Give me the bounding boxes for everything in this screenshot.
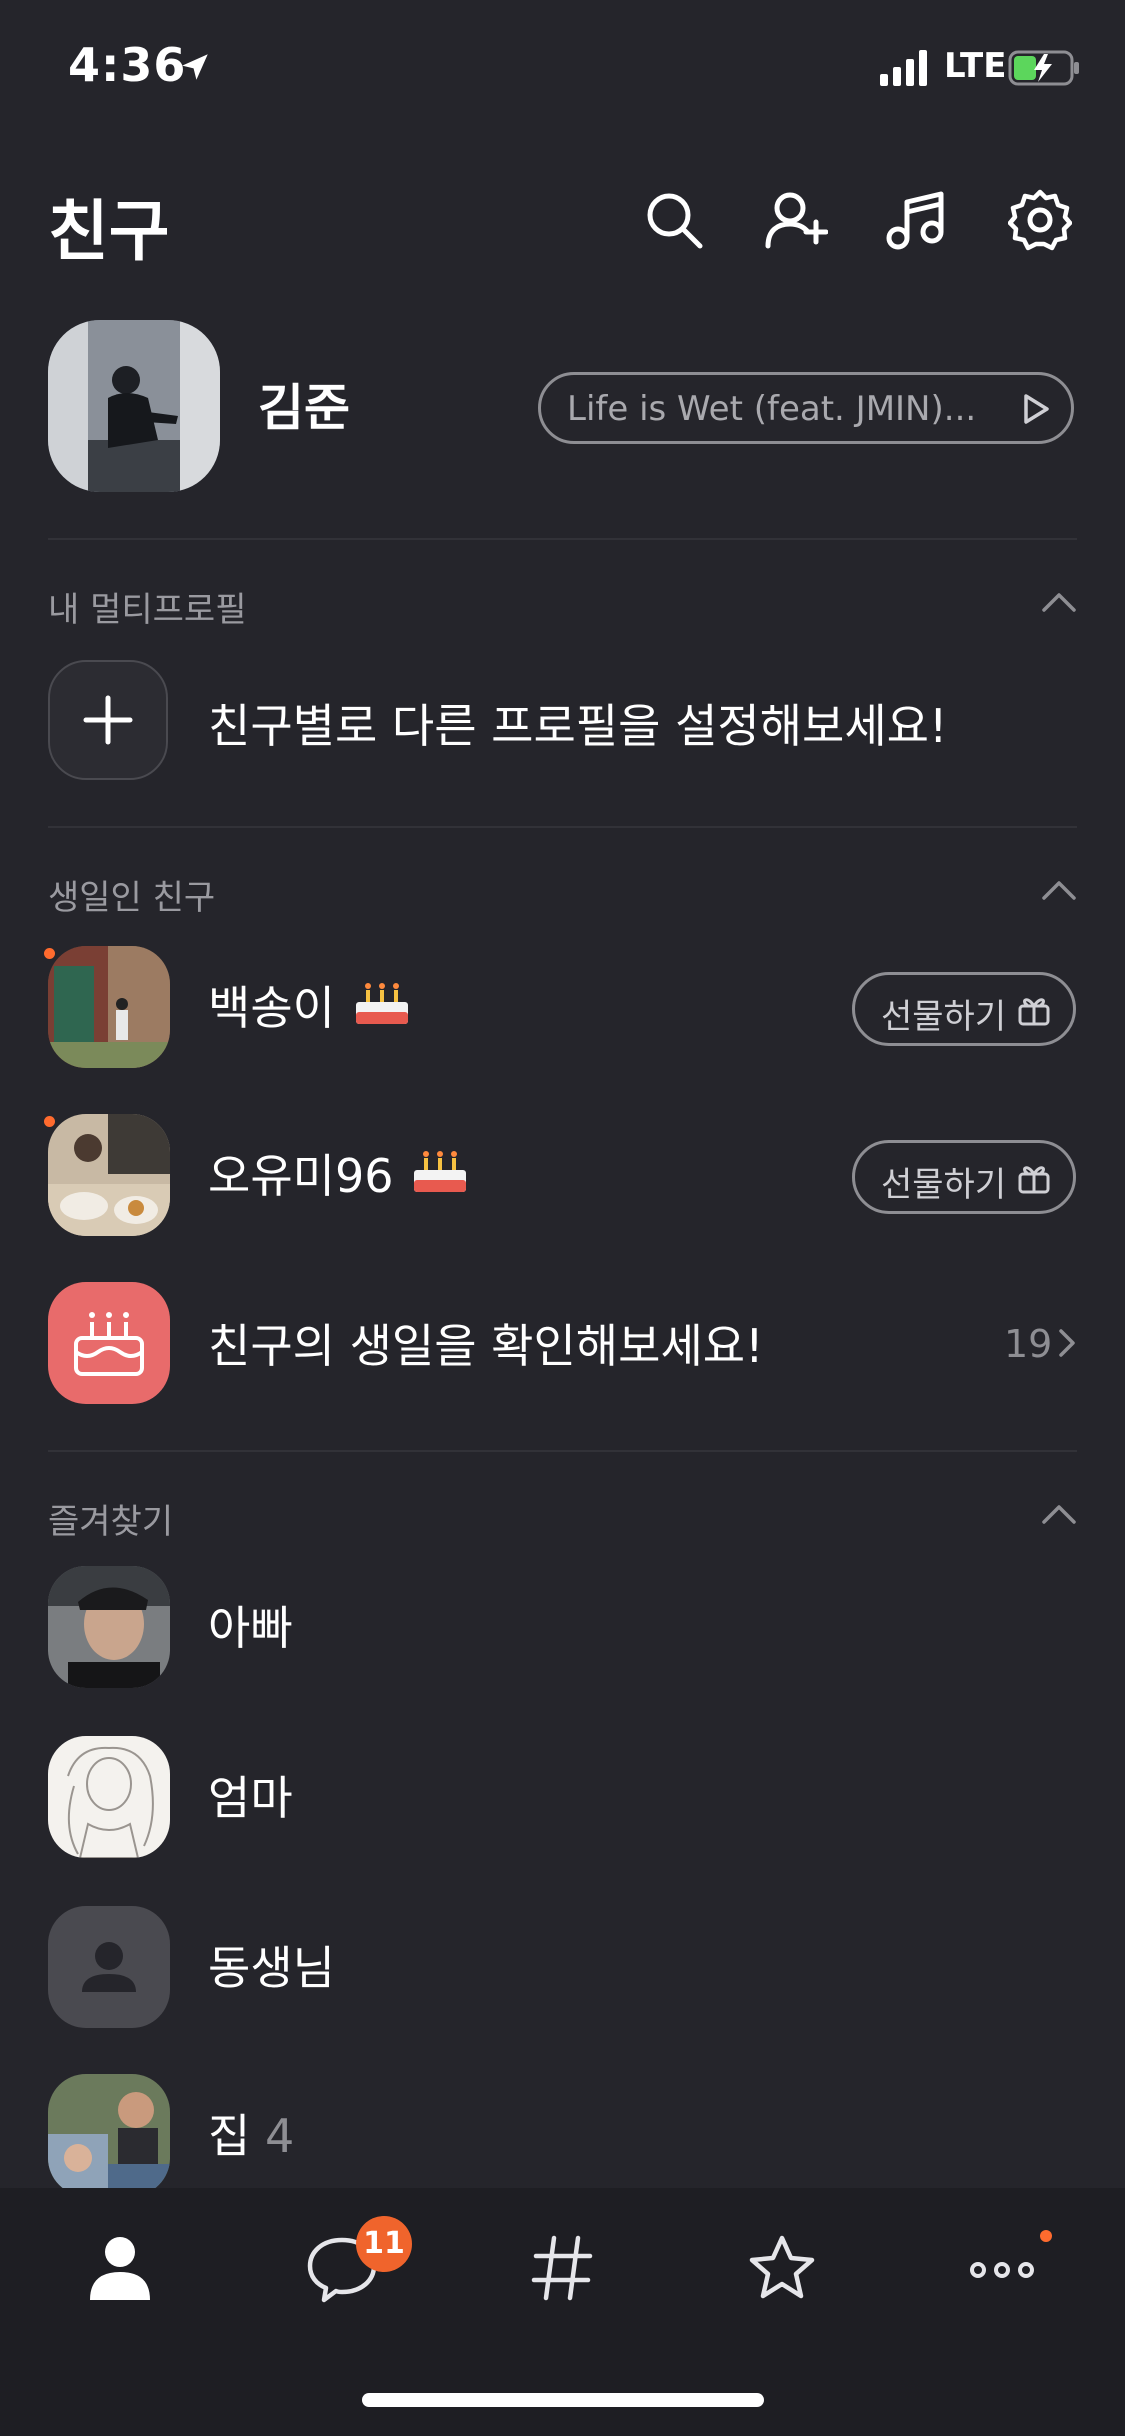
gift-label: 선물하기	[881, 997, 1007, 1037]
plus-icon	[83, 695, 133, 745]
chat-unread-badge: 11	[356, 2216, 412, 2272]
cake-outline-icon	[74, 1312, 144, 1376]
birthday-check-prompt[interactable]: 친구의 생일을 확인해보세요!	[208, 1310, 764, 1376]
add-friend-icon[interactable]	[764, 188, 828, 252]
friend-avatar[interactable]	[48, 1736, 170, 1858]
birthday-count: 19	[1004, 1322, 1053, 1366]
home-indicator[interactable]	[362, 2393, 764, 2407]
network-label: LTE	[944, 46, 1007, 86]
chevron-right-icon[interactable]	[1058, 1328, 1076, 1358]
my-profile-name[interactable]: 김준	[258, 368, 350, 440]
birthday-cake-icon	[356, 983, 408, 1024]
new-indicator-dot	[44, 1116, 55, 1127]
profile-music-button[interactable]: Life is Wet (feat. JMIN)...	[538, 372, 1074, 444]
favorite-friend-name[interactable]: 아빠	[208, 1592, 293, 1658]
my-profile-avatar[interactable]	[48, 320, 220, 492]
birthday-friend-name[interactable]: 오유미96	[208, 1140, 394, 1206]
gift-label: 선물하기	[881, 1165, 1007, 1205]
friend-avatar[interactable]	[48, 946, 170, 1068]
birthday-cake-icon	[414, 1151, 466, 1192]
divider	[48, 826, 1077, 828]
more-new-indicator-dot	[1040, 2230, 1052, 2242]
gift-icon	[1018, 1166, 1050, 1194]
chevron-up-icon[interactable]	[1040, 590, 1078, 614]
friends-tab-icon[interactable]	[80, 2228, 160, 2308]
page-title: 친구	[48, 193, 170, 270]
friend-avatar[interactable]	[48, 1566, 170, 1688]
star-tab-icon[interactable]	[742, 2228, 822, 2308]
favorite-group-name[interactable]: 집 4	[208, 2100, 294, 2166]
section-title-favorites: 즐겨찾기	[48, 1502, 174, 1542]
birthday-calendar-button[interactable]	[48, 1282, 170, 1404]
new-indicator-dot	[44, 948, 55, 959]
chevron-up-icon[interactable]	[1040, 1502, 1078, 1526]
default-avatar[interactable]	[48, 1906, 170, 2028]
multi-profile-prompt[interactable]: 친구별로 다른 프로필을 설정해보세요!	[208, 690, 947, 756]
group-name: 집	[208, 2109, 251, 2163]
divider	[48, 538, 1077, 540]
group-member-count: 4	[264, 2109, 295, 2163]
favorite-friend-name[interactable]: 엄마	[208, 1762, 293, 1828]
status-time: 4:36	[68, 38, 187, 92]
signal-icon	[880, 50, 927, 86]
hashtag-tab-icon[interactable]	[522, 2228, 602, 2308]
section-title-birthday: 생일인 친구	[48, 878, 216, 918]
group-avatar[interactable]	[48, 2074, 170, 2196]
location-arrow-icon	[182, 54, 208, 80]
send-gift-button[interactable]: 선물하기	[852, 972, 1076, 1046]
search-icon[interactable]	[642, 188, 706, 252]
divider	[48, 1450, 1077, 1452]
add-multi-profile-button[interactable]	[48, 660, 168, 780]
profile-music-title: Life is Wet (feat. JMIN)...	[567, 389, 977, 429]
friend-avatar[interactable]	[48, 1114, 170, 1236]
settings-gear-icon[interactable]	[1008, 188, 1072, 252]
more-tab-icon[interactable]	[962, 2228, 1042, 2308]
section-title-multi-profile: 내 멀티프로필	[48, 590, 247, 630]
music-icon[interactable]	[884, 188, 948, 252]
friend-name: 백송이	[208, 981, 335, 1035]
chevron-up-icon[interactable]	[1040, 878, 1078, 902]
send-gift-button[interactable]: 선물하기	[852, 1140, 1076, 1214]
friend-name: 오유미96	[208, 1149, 394, 1203]
gift-icon	[1018, 998, 1050, 1026]
person-icon	[82, 1942, 136, 1992]
play-icon	[1024, 394, 1049, 424]
birthday-friend-name[interactable]: 백송이	[208, 972, 335, 1038]
favorite-friend-name[interactable]: 동생님	[208, 1932, 335, 1998]
battery-icon	[1008, 50, 1079, 86]
